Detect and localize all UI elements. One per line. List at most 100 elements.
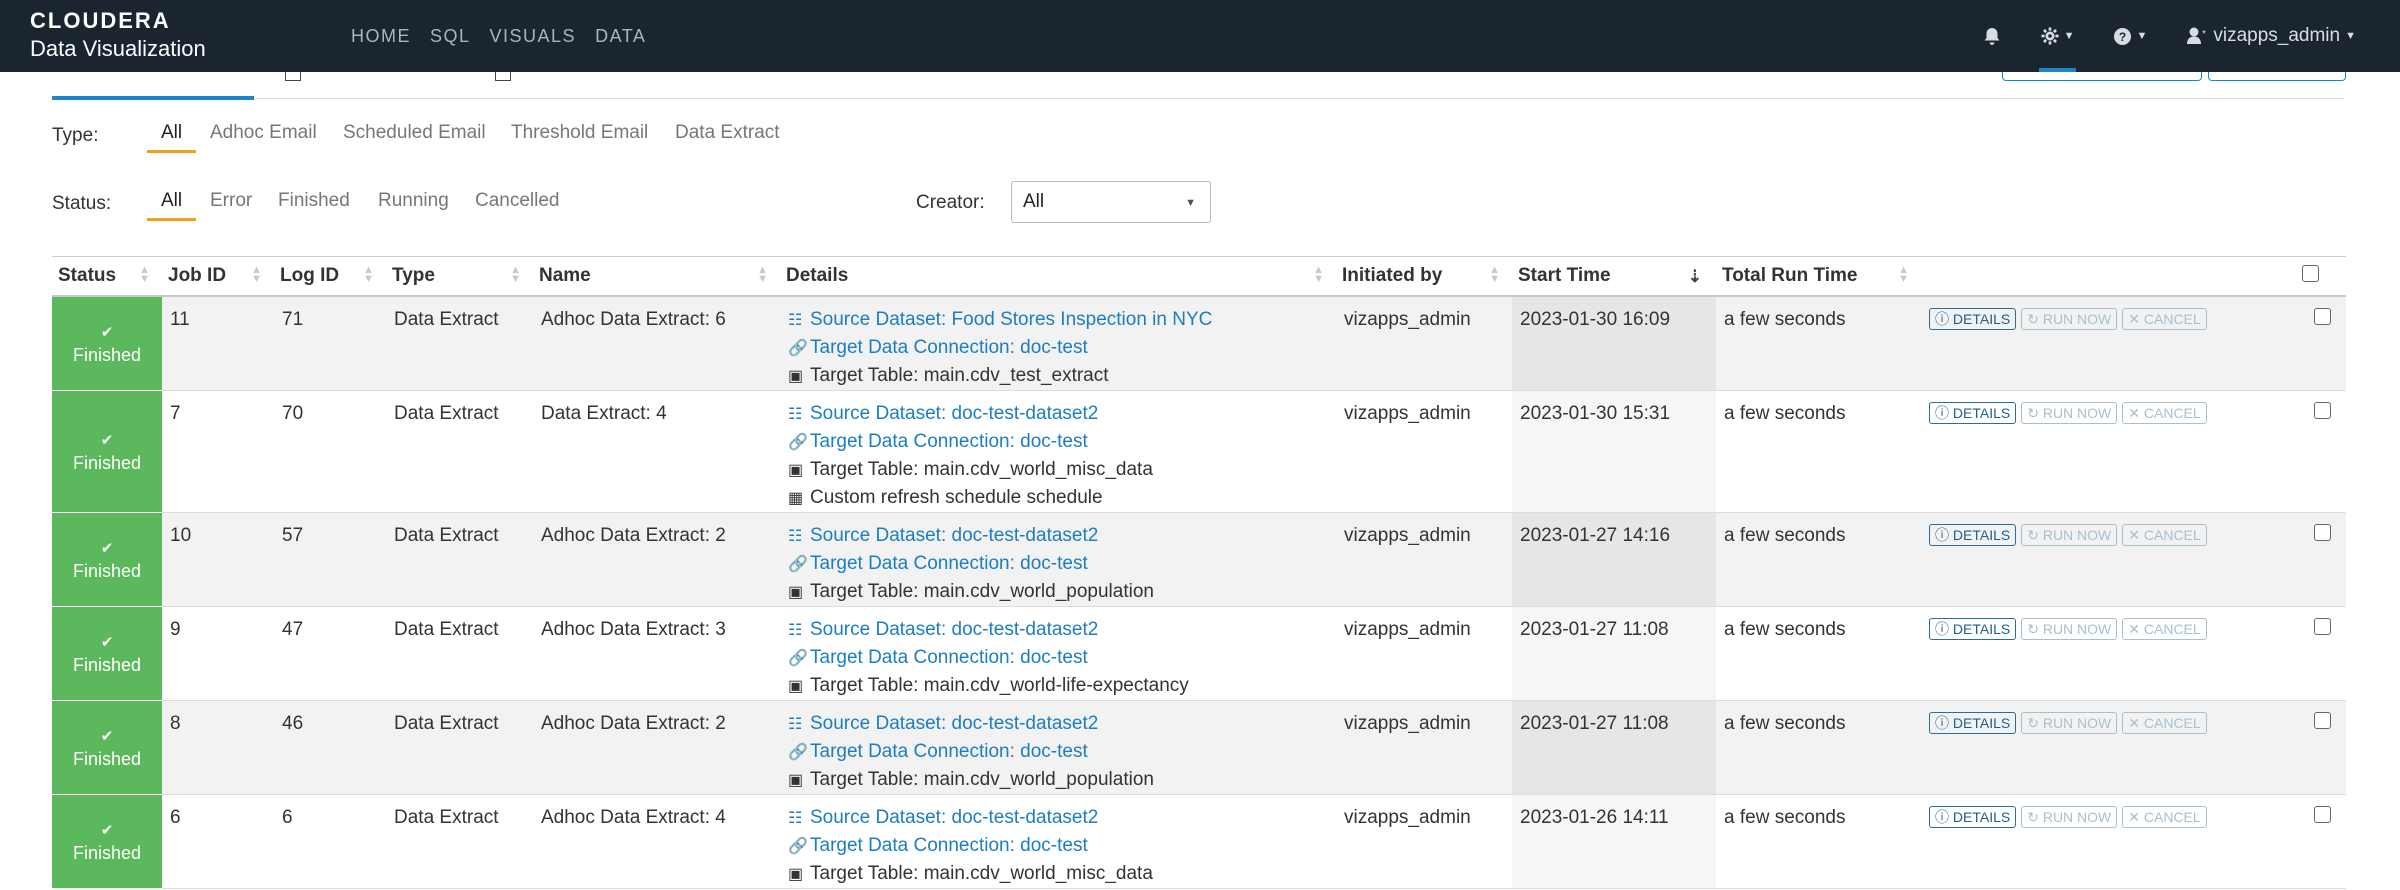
data-connection-link[interactable]: 🔗 Target Data Connection: doc-test (788, 550, 1330, 578)
details-cell: ☷ Source Dataset: Food Stores Inspection … (780, 296, 1336, 391)
help-question-icon[interactable]: ? ▼ (2094, 0, 2167, 72)
column-header-start-time[interactable]: Start Time ⇣ (1512, 256, 1716, 297)
nav-home[interactable]: HOME (351, 26, 411, 47)
initiated-by-cell: vizapps_admin (1336, 296, 1512, 391)
name-cell: Adhoc Data Extract: 6 (533, 296, 780, 391)
cancel-button[interactable]: ✕ CANCEL (2122, 618, 2207, 640)
column-header-total-run-time[interactable]: Total Run Time ▲ ▼ (1716, 256, 1921, 297)
cancel-button[interactable]: ✕ CANCEL (2122, 308, 2207, 330)
creator-select[interactable]: All ▼ (1011, 181, 1211, 223)
row-checkbox[interactable] (2313, 524, 2331, 541)
status-cell: ✔ Finished (52, 606, 162, 701)
settings-gear-icon[interactable]: ▼ (2021, 0, 2095, 72)
column-header-type[interactable]: Type ▲ ▼ (386, 256, 533, 297)
details-button[interactable]: ⓘ DETAILS (1929, 308, 2017, 330)
data-connection-link[interactable]: 🔗 Target Data Connection: doc-test (788, 738, 1330, 766)
source-dataset-link[interactable]: ☷ Source Dataset: doc-test-dataset2 (788, 804, 1330, 832)
chevron-down-icon: ▼ (2136, 30, 2148, 42)
status-filter-finished[interactable]: Finished (278, 190, 350, 212)
select-cell (2296, 606, 2346, 701)
table-row: ✔ Finished 6 6 Data Extract Adhoc Data Ex… (52, 794, 2346, 889)
type-filter-data-extract[interactable]: Data Extract (675, 122, 780, 144)
type-filter-all[interactable]: All (146, 122, 197, 153)
run-now-button[interactable]: ↻ RUN NOW (2021, 618, 2118, 640)
source-dataset-link[interactable]: ☷ Source Dataset: doc-test-dataset2 (788, 616, 1330, 644)
type-filter-threshold-email[interactable]: Threshold Email (511, 122, 648, 144)
brand-logo[interactable]: CLOUDERA Data Visualization (30, 10, 206, 62)
column-header-status[interactable]: Status ▲ ▼ (52, 256, 162, 297)
run-now-button[interactable]: ↻ RUN NOW (2021, 524, 2118, 546)
source-dataset-link[interactable]: ☷ Source Dataset: doc-test-dataset2 (788, 710, 1330, 738)
select-all-checkbox[interactable] (2302, 264, 2319, 282)
source-dataset-link[interactable]: ☷ Source Dataset: Food Stores Inspection … (788, 306, 1330, 334)
chevron-down-icon: ▼ (1185, 197, 1196, 209)
type-filter-adhoc-email[interactable]: Adhoc Email (210, 122, 317, 144)
tabs-row (52, 72, 2346, 100)
status-filter-error[interactable]: Error (210, 190, 252, 212)
source-dataset-link[interactable]: ☷ Source Dataset: doc-test-dataset2 (788, 400, 1330, 428)
details-button[interactable]: ⓘ DETAILS (1929, 402, 2017, 424)
row-checkbox[interactable] (2313, 806, 2331, 823)
row-checkbox[interactable] (2313, 402, 2331, 419)
cancel-button[interactable]: ✕ CANCEL (2122, 524, 2207, 546)
column-header-name[interactable]: Name ▲ ▼ (533, 256, 780, 297)
nav-sql[interactable]: SQL (430, 26, 471, 47)
type-cell: Data Extract (386, 606, 533, 701)
toolbar-button-fragment[interactable] (2002, 72, 2202, 81)
row-checkbox[interactable] (2313, 712, 2331, 729)
details-button[interactable]: ⓘ DETAILS (1929, 524, 2017, 546)
user-name: vizapps_admin (2213, 25, 2341, 46)
cancel-button[interactable]: ✕ CANCEL (2122, 712, 2207, 734)
job-id-cell: 6 (162, 794, 274, 889)
data-connection-link[interactable]: 🔗 Target Data Connection: doc-test (788, 832, 1330, 860)
type-filter-scheduled-email[interactable]: Scheduled Email (343, 122, 486, 144)
row-checkbox[interactable] (2313, 618, 2331, 635)
log-id-cell: 70 (274, 390, 386, 513)
brand-name: CLOUDERA (30, 8, 171, 33)
type-cell: Data Extract (386, 512, 533, 607)
row-checkbox[interactable] (2313, 308, 2331, 325)
job-id-cell: 10 (162, 512, 274, 607)
tab-icon-fragment (285, 72, 301, 81)
close-icon: ✕ (2128, 715, 2144, 731)
status-filter-running[interactable]: Running (378, 190, 449, 212)
data-connection-link[interactable]: 🔗 Target Data Connection: doc-test (788, 644, 1330, 672)
toolbar-button-fragment[interactable] (2208, 72, 2346, 81)
source-dataset-link[interactable]: ☷ Source Dataset: doc-test-dataset2 (788, 522, 1330, 550)
status-filter-all[interactable]: All (146, 190, 197, 221)
start-time-cell: 2023-01-30 16:09 (1512, 296, 1716, 391)
run-now-button[interactable]: ↻ RUN NOW (2021, 308, 2118, 330)
run-now-button[interactable]: ↻ RUN NOW (2021, 402, 2118, 424)
column-header-details[interactable]: Details ▲ ▼ (780, 256, 1336, 297)
column-header-job-id[interactable]: Job ID ▲ ▼ (162, 256, 274, 297)
column-header-initiated-by[interactable]: Initiated by ▲ ▼ (1336, 256, 1512, 297)
name-cell: Adhoc Data Extract: 2 (533, 700, 780, 795)
cancel-button[interactable]: ✕ CANCEL (2122, 806, 2207, 828)
notifications-bell-icon[interactable] (1963, 0, 2021, 72)
column-header-log-id[interactable]: Log ID ▲ ▼ (274, 256, 386, 297)
run-time-cell: a few seconds (1716, 512, 1921, 607)
initiated-by-cell: vizapps_admin (1336, 606, 1512, 701)
details-button[interactable]: ⓘ DETAILS (1929, 618, 2017, 640)
run-now-button[interactable]: ↻ RUN NOW (2021, 806, 2118, 828)
data-connection-link[interactable]: 🔗 Target Data Connection: doc-test (788, 428, 1330, 456)
status-filter-cancelled[interactable]: Cancelled (475, 190, 560, 212)
details-button[interactable]: ⓘ DETAILS (1929, 806, 2017, 828)
user-menu[interactable]: * vizapps_admin ▼ (2167, 0, 2376, 72)
chevron-down-icon: ▼ (2345, 30, 2356, 42)
actions-cell: ⓘ DETAILS ↻ RUN NOW ✕ CANCEL (1921, 606, 2296, 701)
column-header-select (2296, 256, 2346, 297)
actions-cell: ⓘ DETAILS ↻ RUN NOW ✕ CANCEL (1921, 794, 2296, 889)
cube-icon: ▣ (788, 866, 804, 883)
details-cell: ☷ Source Dataset: doc-test-dataset2 🔗 Targ… (780, 390, 1336, 513)
nav-visuals[interactable]: VISUALS (490, 26, 577, 47)
refresh-icon: ↻ (2027, 405, 2043, 421)
data-connection-link[interactable]: 🔗 Target Data Connection: doc-test (788, 334, 1330, 362)
details-button[interactable]: ⓘ DETAILS (1929, 712, 2017, 734)
name-cell: Data Extract: 4 (533, 390, 780, 513)
nav-data[interactable]: DATA (595, 26, 646, 47)
cancel-button[interactable]: ✕ CANCEL (2122, 402, 2207, 424)
run-now-button[interactable]: ↻ RUN NOW (2021, 712, 2118, 734)
select-cell (2296, 512, 2346, 607)
dataset-cubes-icon: ☷ (788, 312, 803, 329)
